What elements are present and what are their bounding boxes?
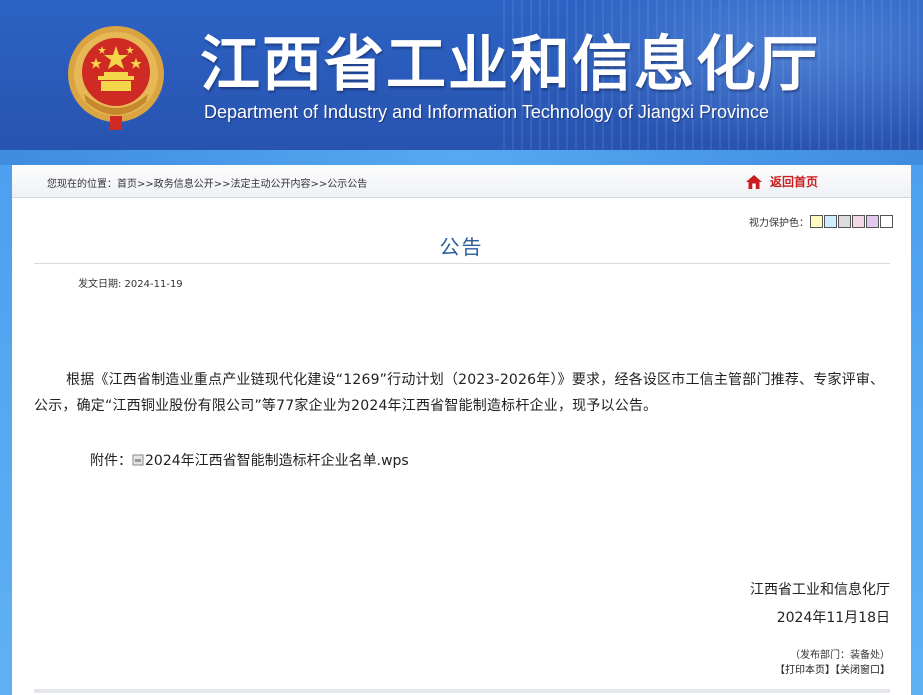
publishing-department: （发布部门：装备处） xyxy=(790,650,890,661)
breadcrumb-item-home[interactable]: 首页 xyxy=(117,179,137,190)
breadcrumb-item-statutory[interactable]: 法定主动公开内容 xyxy=(231,179,311,190)
return-home-label: 返回首页 xyxy=(770,175,819,189)
banner-bottom-bar xyxy=(0,150,923,165)
attachment-row: 附件： 2024年江西省智能制造标杆企业名单.wps xyxy=(90,450,409,470)
eyecare-swatch-purple[interactable] xyxy=(866,215,879,228)
breadcrumb-separator: >> xyxy=(137,179,154,190)
signature-date: 2024年11月18日 xyxy=(776,610,890,626)
breadcrumb-separator: >> xyxy=(213,179,231,190)
file-icon xyxy=(132,454,144,466)
side-background-right xyxy=(911,165,923,695)
site-title-en: Department of Industry and Information T… xyxy=(204,102,769,122)
site-banner: 江西省工业和信息化厅 Department of Industry and In… xyxy=(0,0,923,165)
breadcrumb-separator: >> xyxy=(310,179,328,190)
breadcrumb-item-gov-info[interactable]: 政务信息公开 xyxy=(154,179,214,190)
close-window-button[interactable]: 【关闭窗口】 xyxy=(835,665,890,676)
eyecare-swatch-white[interactable] xyxy=(880,215,893,228)
eyecare-swatch-pink[interactable] xyxy=(852,215,865,228)
breadcrumb-prefix: 您现在的位置： xyxy=(47,179,117,190)
eyecare-swatch-gray[interactable] xyxy=(838,215,851,228)
print-page-button[interactable]: 【打印本页】 xyxy=(775,665,835,676)
breadcrumb-bar: 您现在的位置：首页>>政务信息公开>>法定主动公开内容>>公示公告 返回首页 xyxy=(12,165,911,198)
site-title-cn: 江西省工业和信息化厅 xyxy=(200,30,820,100)
attachment-link[interactable]: 2024年江西省智能制造标杆企业名单.wps xyxy=(145,450,409,470)
footer-divider xyxy=(34,689,890,693)
breadcrumb-item-announcements[interactable]: 公示公告 xyxy=(327,179,367,190)
eyecare-label: 视力保护色： xyxy=(749,218,809,229)
page-title: 公告 xyxy=(439,235,484,259)
notice-body: 根据《江西省制造业重点产业链现代化建设“1269”行动计划（2023-2026年… xyxy=(34,372,885,414)
national-emblem-icon xyxy=(68,26,164,130)
eyecare-colors: 视力保护色： xyxy=(749,214,893,229)
title-divider xyxy=(34,263,890,264)
side-background-left xyxy=(0,165,12,695)
content-panel: 您现在的位置：首页>>政务信息公开>>法定主动公开内容>>公示公告 返回首页 视… xyxy=(12,165,911,695)
signature-organization: 江西省工业和信息化厅 xyxy=(750,582,890,598)
breadcrumb: 您现在的位置：首页>>政务信息公开>>法定主动公开内容>>公示公告 xyxy=(47,175,367,190)
attachment-label: 附件： xyxy=(90,453,132,469)
home-icon xyxy=(746,174,762,189)
page-actions: 【打印本页】【关闭窗口】 xyxy=(775,661,890,676)
return-home-link[interactable]: 返回首页 xyxy=(746,173,818,190)
publish-date: 发文日期: 2024-11-19 xyxy=(78,279,183,290)
eyecare-swatch-blue[interactable] xyxy=(824,215,837,228)
eyecare-swatch-yellow[interactable] xyxy=(810,215,823,228)
